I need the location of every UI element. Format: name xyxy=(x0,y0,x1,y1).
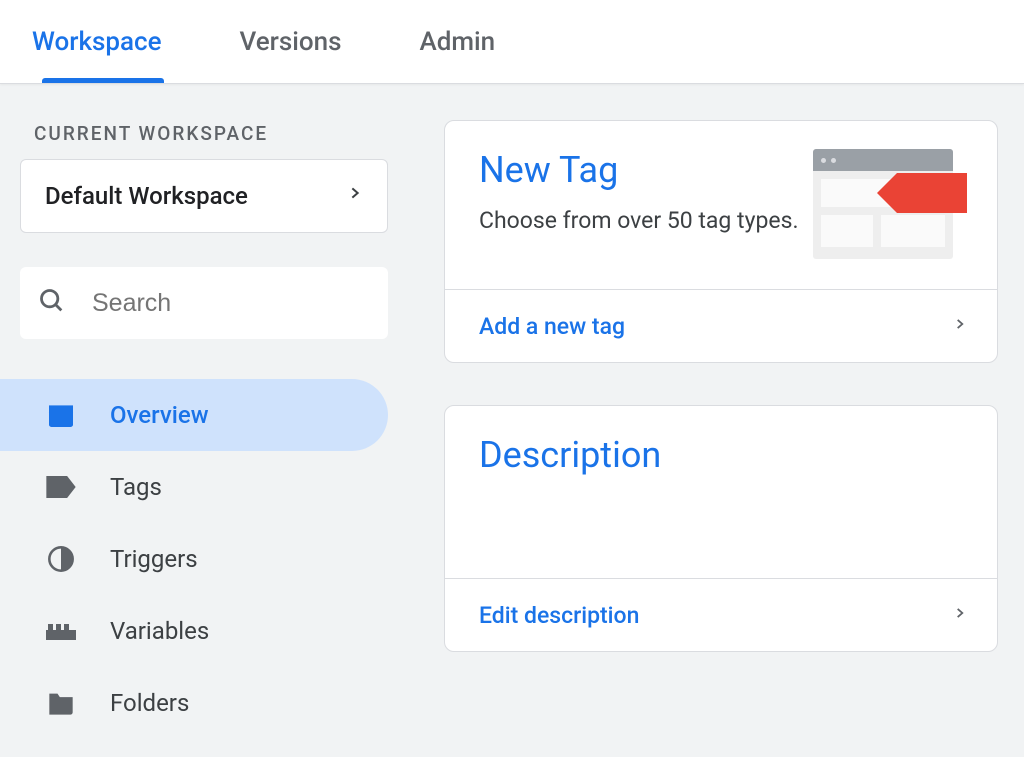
tag-icon xyxy=(44,476,78,498)
search-box[interactable] xyxy=(20,267,388,339)
add-tag-button[interactable]: Add a new tag xyxy=(445,289,997,362)
search-input[interactable] xyxy=(92,289,370,318)
workspace-name: Default Workspace xyxy=(45,182,248,210)
chevron-right-icon xyxy=(347,180,363,212)
add-tag-label: Add a new tag xyxy=(479,313,625,340)
trigger-icon xyxy=(44,545,78,573)
search-icon xyxy=(38,287,66,319)
sidebar-item-triggers[interactable]: Triggers xyxy=(0,523,388,595)
chevron-right-icon xyxy=(953,601,967,629)
main-content: New Tag Choose from over 50 tag types. A… xyxy=(408,84,1024,739)
sidebar: CURRENT WORKSPACE Default Workspace Over… xyxy=(0,84,408,739)
nav-label: Variables xyxy=(110,617,209,645)
description-title: Description xyxy=(479,434,963,476)
edit-description-label: Edit description xyxy=(479,602,639,629)
chevron-right-icon xyxy=(953,312,967,340)
sidebar-item-tags[interactable]: Tags xyxy=(0,451,388,523)
sidebar-item-overview[interactable]: Overview xyxy=(0,379,388,451)
folder-icon xyxy=(44,691,78,715)
new-tag-subtitle: Choose from over 50 tag types. xyxy=(479,203,799,239)
nav-label: Folders xyxy=(110,689,189,717)
tab-admin[interactable]: Admin xyxy=(419,0,523,83)
sidebar-nav: Overview Tags Triggers Variables xyxy=(0,379,408,739)
variable-icon xyxy=(44,621,78,641)
workspace-selector[interactable]: Default Workspace xyxy=(20,159,388,233)
description-card: Description Edit description xyxy=(444,405,998,652)
nav-label: Triggers xyxy=(110,545,198,573)
edit-description-button[interactable]: Edit description xyxy=(445,578,997,651)
new-tag-title: New Tag xyxy=(479,149,799,191)
top-tabs: Workspace Versions Admin xyxy=(0,0,1024,84)
nav-label: Tags xyxy=(110,473,162,501)
new-tag-card: New Tag Choose from over 50 tag types. A… xyxy=(444,120,998,363)
tab-workspace[interactable]: Workspace xyxy=(32,0,190,83)
dashboard-icon xyxy=(44,403,78,427)
sidebar-item-variables[interactable]: Variables xyxy=(0,595,388,667)
tag-illustration xyxy=(813,149,963,259)
sidebar-item-folders[interactable]: Folders xyxy=(0,667,388,739)
nav-label: Overview xyxy=(110,401,209,429)
tab-versions[interactable]: Versions xyxy=(240,0,370,83)
current-workspace-label: CURRENT WORKSPACE xyxy=(34,122,388,145)
